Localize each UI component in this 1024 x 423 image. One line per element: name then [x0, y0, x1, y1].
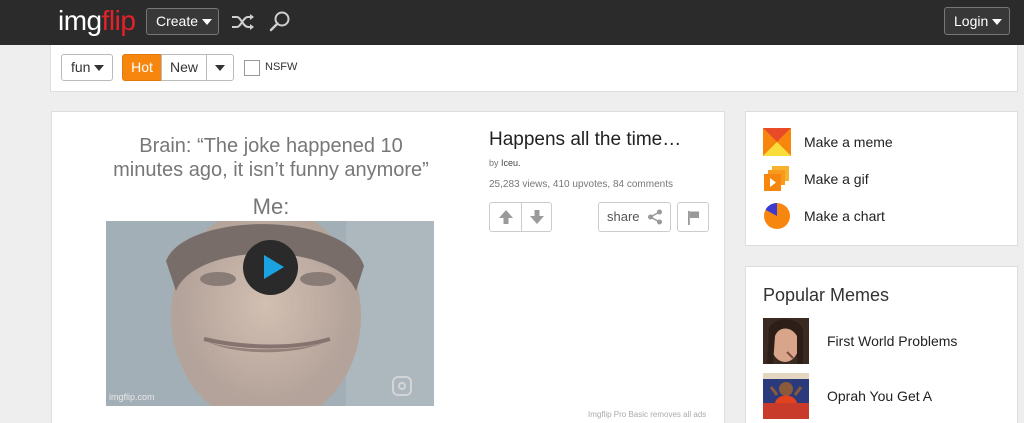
category-dropdown[interactable]: fun: [61, 54, 113, 81]
sort-dropdown-button[interactable]: [206, 54, 234, 81]
maker-links-card: Make a meme Make a gif Make a chart: [745, 111, 1018, 246]
vote-divider: [521, 203, 522, 231]
ads-note[interactable]: Imgflip Pro Basic removes all ads: [588, 410, 706, 419]
share-label: share: [607, 209, 640, 224]
meme-caption: Brain: “The joke happened 10 minutes ago…: [113, 135, 429, 181]
post-title[interactable]: Happens all the time…: [489, 129, 681, 151]
chevron-down-icon: [992, 19, 1003, 26]
share-button[interactable]: share: [598, 202, 671, 232]
play-button[interactable]: [243, 240, 298, 295]
chevron-down-icon: [215, 64, 225, 71]
imgflip-watermark: imgflip.com: [109, 392, 155, 402]
nsfw-label: NSFW: [265, 61, 298, 73]
login-button[interactable]: Login: [944, 7, 1010, 35]
sort-hot-button[interactable]: Hot: [122, 54, 162, 81]
author-link[interactable]: Iceu.: [501, 158, 521, 168]
category-label: fun: [71, 59, 91, 75]
filter-bar: fun Hot New NSFW: [50, 45, 1018, 92]
vote-buttons: [489, 202, 552, 232]
chevron-down-icon: [202, 19, 213, 26]
popular-meme-label: First World Problems: [827, 333, 958, 349]
logo-text-img: img: [58, 5, 102, 36]
post-stats: 25,283 views, 410 upvotes, 84 comments: [489, 179, 673, 190]
popular-meme-label: Oprah You Get A: [827, 388, 933, 404]
meme-thumbnail: [763, 318, 809, 364]
meme-maker-icon: [763, 128, 791, 156]
nsfw-checkbox[interactable]: [244, 60, 260, 76]
search-icon[interactable]: [268, 10, 292, 34]
logo-text-flip: flip: [101, 5, 136, 36]
pie-chart-icon: [764, 202, 790, 229]
chevron-down-icon: [94, 65, 105, 72]
popular-memes-title: Popular Memes: [763, 285, 890, 305]
post-author-line: by Iceu.: [489, 158, 521, 168]
shuffle-icon[interactable]: [230, 11, 256, 33]
make-chart-label: Make a chart: [804, 208, 885, 224]
meme-thumbnail: [763, 373, 809, 419]
imgflip-logo[interactable]: imgflip: [58, 5, 136, 36]
popular-memes-card: Popular Memes First World Problems Oprah…: [745, 266, 1018, 423]
make-gif-label: Make a gif: [804, 171, 869, 187]
instagram-icon: [392, 376, 412, 396]
meme-video[interactable]: imgflip.com: [106, 221, 434, 406]
share-icon: [648, 209, 662, 225]
by-prefix: by: [489, 158, 499, 168]
upvote-arrow-icon[interactable]: [497, 208, 515, 226]
top-bar: imgflip Create Login: [0, 0, 1024, 45]
make-meme-label: Make a meme: [804, 134, 893, 150]
flag-icon: [688, 211, 699, 225]
create-button[interactable]: Create: [146, 8, 219, 35]
popular-meme-item[interactable]: Oprah You Get A: [763, 373, 1003, 419]
login-label: Login: [954, 13, 989, 29]
popular-meme-item[interactable]: First World Problems: [763, 318, 1003, 364]
gif-maker-icon: [764, 166, 789, 191]
flag-button[interactable]: [677, 202, 709, 232]
create-label: Create: [156, 13, 199, 29]
post-card: Brain: “The joke happened 10 minutes ago…: [51, 111, 725, 423]
downvote-arrow-icon[interactable]: [528, 208, 546, 226]
sort-new-button[interactable]: New: [161, 54, 207, 81]
meme-me-text: Me:: [252, 194, 290, 219]
